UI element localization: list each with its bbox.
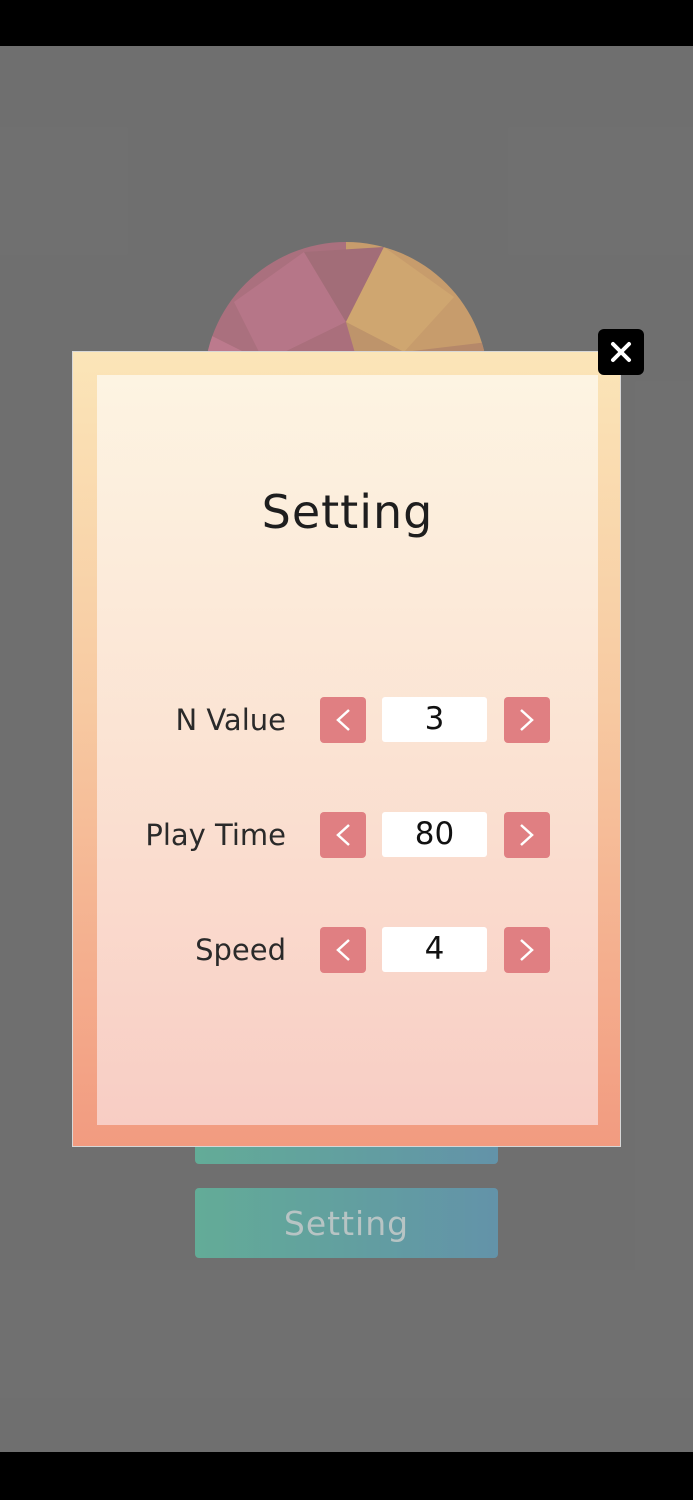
n-value-increase-button[interactable] bbox=[504, 697, 550, 743]
chevron-left-icon bbox=[336, 939, 350, 961]
n-value-label: N Value bbox=[175, 703, 286, 737]
play-time-decrease-button[interactable] bbox=[320, 812, 366, 858]
settings-modal-panel: Setting N Value 3 Play Time 80 Speed 4 bbox=[97, 375, 598, 1125]
modal-title: Setting bbox=[261, 485, 434, 539]
speed-label: Speed bbox=[195, 933, 286, 967]
chevron-left-icon bbox=[336, 709, 350, 731]
setting-row-n-value: N Value 3 bbox=[97, 697, 598, 743]
chevron-right-icon bbox=[520, 709, 534, 731]
play-time-label: Play Time bbox=[145, 818, 286, 852]
close-button[interactable] bbox=[598, 329, 644, 375]
speed-decrease-button[interactable] bbox=[320, 927, 366, 973]
play-time-value: 80 bbox=[382, 812, 487, 857]
n-value-decrease-button[interactable] bbox=[320, 697, 366, 743]
play-time-increase-button[interactable] bbox=[504, 812, 550, 858]
navigation-bar bbox=[0, 1452, 693, 1500]
setting-row-speed: Speed 4 bbox=[97, 927, 598, 973]
speed-value: 4 bbox=[382, 927, 487, 972]
screen: Setting Setting N Value 3 Play Time 80 S… bbox=[0, 0, 693, 1500]
status-bar bbox=[0, 0, 693, 46]
setting-row-play-time: Play Time 80 bbox=[97, 812, 598, 858]
chevron-right-icon bbox=[520, 939, 534, 961]
speed-increase-button[interactable] bbox=[504, 927, 550, 973]
n-value-value: 3 bbox=[382, 697, 487, 742]
settings-modal: Setting N Value 3 Play Time 80 Speed 4 bbox=[72, 351, 621, 1147]
chevron-left-icon bbox=[336, 824, 350, 846]
close-icon bbox=[611, 342, 631, 362]
chevron-right-icon bbox=[520, 824, 534, 846]
